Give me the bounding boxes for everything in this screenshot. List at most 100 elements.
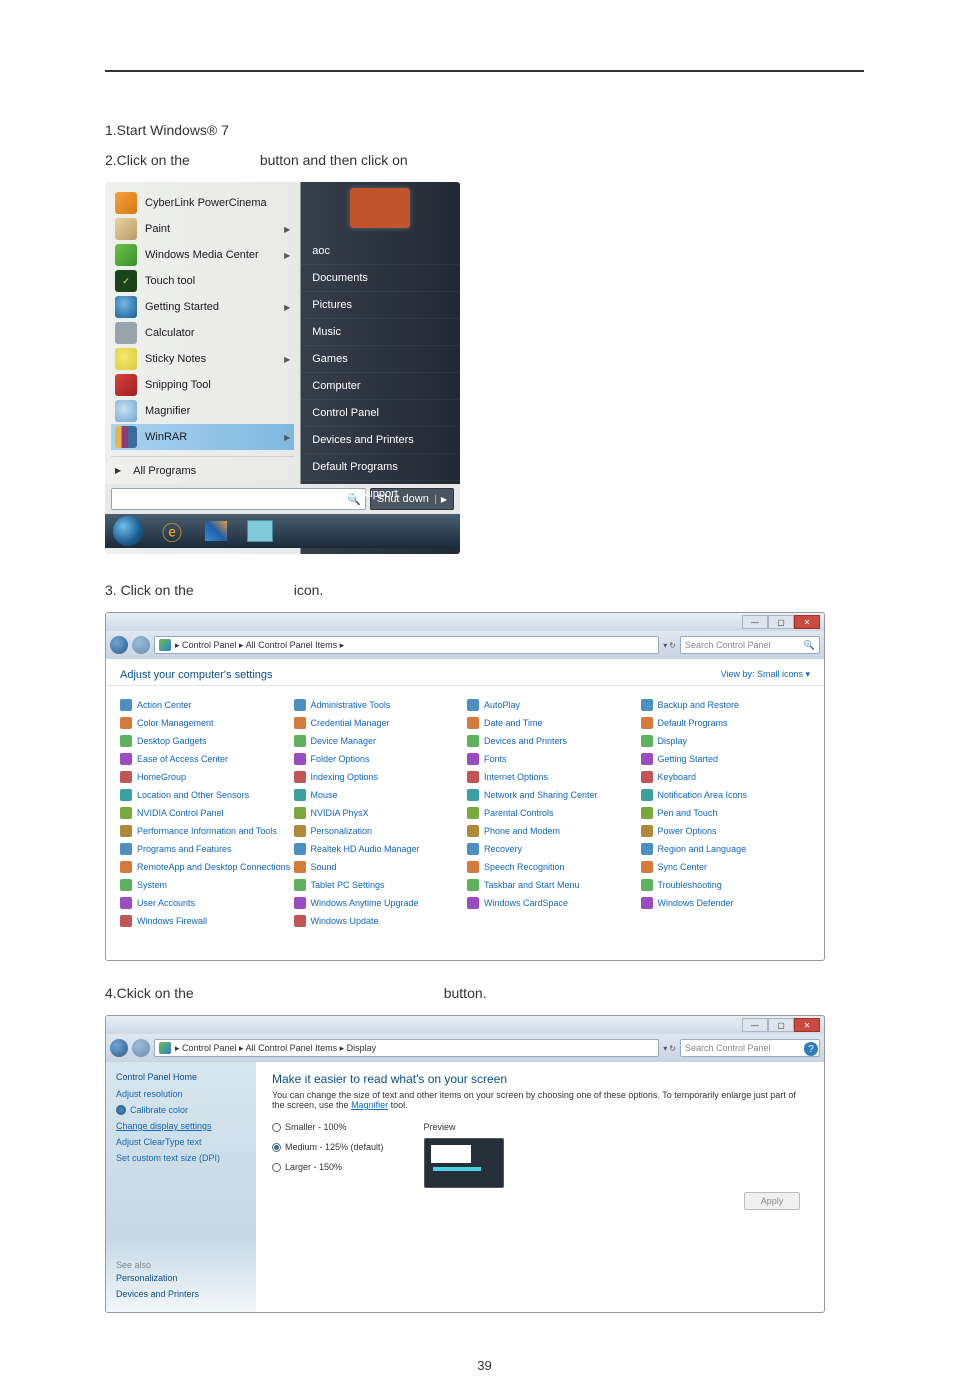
minimize-button[interactable]: — <box>742 1018 768 1032</box>
cp-item[interactable]: Mouse <box>294 786 468 804</box>
start-item-snipping[interactable]: Snipping Tool <box>111 372 294 398</box>
maximize-button[interactable]: ▢ <box>768 1018 794 1032</box>
search-input[interactable]: Search Control Panel🔍 <box>680 636 820 654</box>
cp-item[interactable]: Sync Center <box>641 858 815 876</box>
cp-item[interactable]: Windows CardSpace <box>467 894 641 912</box>
ie-icon[interactable]: ⓔ <box>153 517 191 545</box>
media-player-icon[interactable] <box>241 517 279 545</box>
devices-and-printers-link[interactable]: Devices and Printers <box>116 1286 246 1302</box>
back-button[interactable] <box>110 636 128 654</box>
option-smaller[interactable]: Smaller - 100% <box>272 1122 384 1132</box>
cp-item[interactable]: Windows Defender <box>641 894 815 912</box>
cp-item[interactable]: AutoPlay <box>467 696 641 714</box>
start-item-getting-started[interactable]: Getting Started▶ <box>111 294 294 320</box>
cp-item[interactable]: NVIDIA PhysX <box>294 804 468 822</box>
start-item-sticky-notes[interactable]: Sticky Notes▶ <box>111 346 294 372</box>
cp-item[interactable]: Keyboard <box>641 768 815 786</box>
cp-item[interactable]: Notification Area Icons <box>641 786 815 804</box>
cp-item[interactable]: Ease of Access Center <box>120 750 294 768</box>
start-item-magnifier[interactable]: Magnifier <box>111 398 294 424</box>
default-programs-link[interactable]: Default Programs <box>300 454 460 481</box>
back-button[interactable] <box>110 1039 128 1057</box>
personalization-link[interactable]: Personalization <box>116 1270 246 1286</box>
change-display-settings-link[interactable]: Change display settings <box>116 1118 246 1134</box>
cp-item[interactable]: User Accounts <box>120 894 294 912</box>
help-icon[interactable]: ? <box>804 1042 818 1056</box>
cp-item[interactable]: Sound <box>294 858 468 876</box>
start-item-cyberlink[interactable]: CyberLink PowerCinema <box>111 190 294 216</box>
cp-item[interactable]: Display <box>641 732 815 750</box>
cp-item[interactable]: Personalization <box>294 822 468 840</box>
apply-button[interactable]: Apply <box>744 1192 800 1210</box>
cp-item[interactable]: Power Options <box>641 822 815 840</box>
cp-item[interactable]: Devices and Printers <box>467 732 641 750</box>
cp-item[interactable]: Color Management <box>120 714 294 732</box>
cp-item[interactable]: Date and Time <box>467 714 641 732</box>
cp-item[interactable]: Taskbar and Start Menu <box>467 876 641 894</box>
search-input[interactable]: Search Control Panel🔍 <box>680 1039 820 1057</box>
cp-item[interactable]: Action Center <box>120 696 294 714</box>
cp-item[interactable]: Windows Anytime Upgrade <box>294 894 468 912</box>
cp-item[interactable]: Performance Information and Tools <box>120 822 294 840</box>
calibrate-color-link[interactable]: Calibrate color <box>116 1102 246 1118</box>
cp-item[interactable]: RemoteApp and Desktop Connections <box>120 858 294 876</box>
help-support-link[interactable]: Help and Support <box>300 481 460 508</box>
user-name[interactable]: aoc <box>300 238 460 265</box>
cp-item[interactable]: Backup and Restore <box>641 696 815 714</box>
cp-item[interactable]: System <box>120 876 294 894</box>
cp-item[interactable]: Tablet PC Settings <box>294 876 468 894</box>
forward-button[interactable] <box>132 636 150 654</box>
cp-item[interactable]: Getting Started <box>641 750 815 768</box>
cp-item[interactable]: Fonts <box>467 750 641 768</box>
cp-item[interactable]: Desktop Gadgets <box>120 732 294 750</box>
view-by-dropdown[interactable]: View by: Small icons ▾ <box>721 669 810 681</box>
cp-item[interactable]: Phone and Modem <box>467 822 641 840</box>
cp-item[interactable]: Region and Language <box>641 840 815 858</box>
control-panel-home-link[interactable]: Control Panel Home <box>116 1072 246 1082</box>
all-programs-button[interactable]: All Programs <box>111 456 294 484</box>
minimize-button[interactable]: — <box>742 615 768 629</box>
start-item-calculator[interactable]: Calculator <box>111 320 294 346</box>
forward-button[interactable] <box>132 1039 150 1057</box>
cp-item[interactable]: Speech Recognition <box>467 858 641 876</box>
option-medium[interactable]: Medium - 125% (default) <box>272 1142 384 1152</box>
cp-item[interactable]: Recovery <box>467 840 641 858</box>
cp-item[interactable]: Network and Sharing Center <box>467 786 641 804</box>
start-orb[interactable] <box>109 517 147 545</box>
adjust-cleartype-link[interactable]: Adjust ClearType text <box>116 1134 246 1150</box>
cp-item[interactable]: Internet Options <box>467 768 641 786</box>
cp-item[interactable]: Credential Manager <box>294 714 468 732</box>
games-link[interactable]: Games <box>300 346 460 373</box>
cp-item[interactable]: Programs and Features <box>120 840 294 858</box>
breadcrumb-bar[interactable]: ▸ Control Panel ▸ All Control Panel Item… <box>154 636 659 654</box>
libraries-icon[interactable] <box>197 517 235 545</box>
start-item-winrar[interactable]: WinRAR▶ <box>111 424 294 450</box>
close-button[interactable]: ✕ <box>794 615 820 629</box>
computer-link[interactable]: Computer <box>300 373 460 400</box>
breadcrumb-bar[interactable]: ▸ Control Panel ▸ All Control Panel Item… <box>154 1039 659 1057</box>
cp-item[interactable]: HomeGroup <box>120 768 294 786</box>
maximize-button[interactable]: ▢ <box>768 615 794 629</box>
cp-item[interactable]: Windows Update <box>294 912 468 930</box>
magnifier-link[interactable]: Magnifier <box>351 1100 388 1110</box>
cp-item[interactable]: Location and Other Sensors <box>120 786 294 804</box>
cp-item[interactable]: Administrative Tools <box>294 696 468 714</box>
close-button[interactable]: ✕ <box>794 1018 820 1032</box>
start-item-touchtool[interactable]: ✓Touch tool <box>111 268 294 294</box>
music-link[interactable]: Music <box>300 319 460 346</box>
cp-item[interactable]: Device Manager <box>294 732 468 750</box>
start-item-wmc[interactable]: Windows Media Center▶ <box>111 242 294 268</box>
cp-item[interactable]: Troubleshooting <box>641 876 815 894</box>
control-panel-link[interactable]: Control Panel <box>300 400 460 427</box>
devices-printers-link[interactable]: Devices and Printers <box>300 427 460 454</box>
cp-item[interactable]: Pen and Touch <box>641 804 815 822</box>
cp-item[interactable]: Indexing Options <box>294 768 468 786</box>
cp-item[interactable]: Windows Firewall <box>120 912 294 930</box>
cp-item[interactable]: NVIDIA Control Panel <box>120 804 294 822</box>
documents-link[interactable]: Documents <box>300 265 460 292</box>
cp-item[interactable]: Parental Controls <box>467 804 641 822</box>
start-item-paint[interactable]: Paint▶ <box>111 216 294 242</box>
cp-item[interactable]: Folder Options <box>294 750 468 768</box>
set-custom-text-size-link[interactable]: Set custom text size (DPI) <box>116 1150 246 1166</box>
cp-item[interactable]: Default Programs <box>641 714 815 732</box>
